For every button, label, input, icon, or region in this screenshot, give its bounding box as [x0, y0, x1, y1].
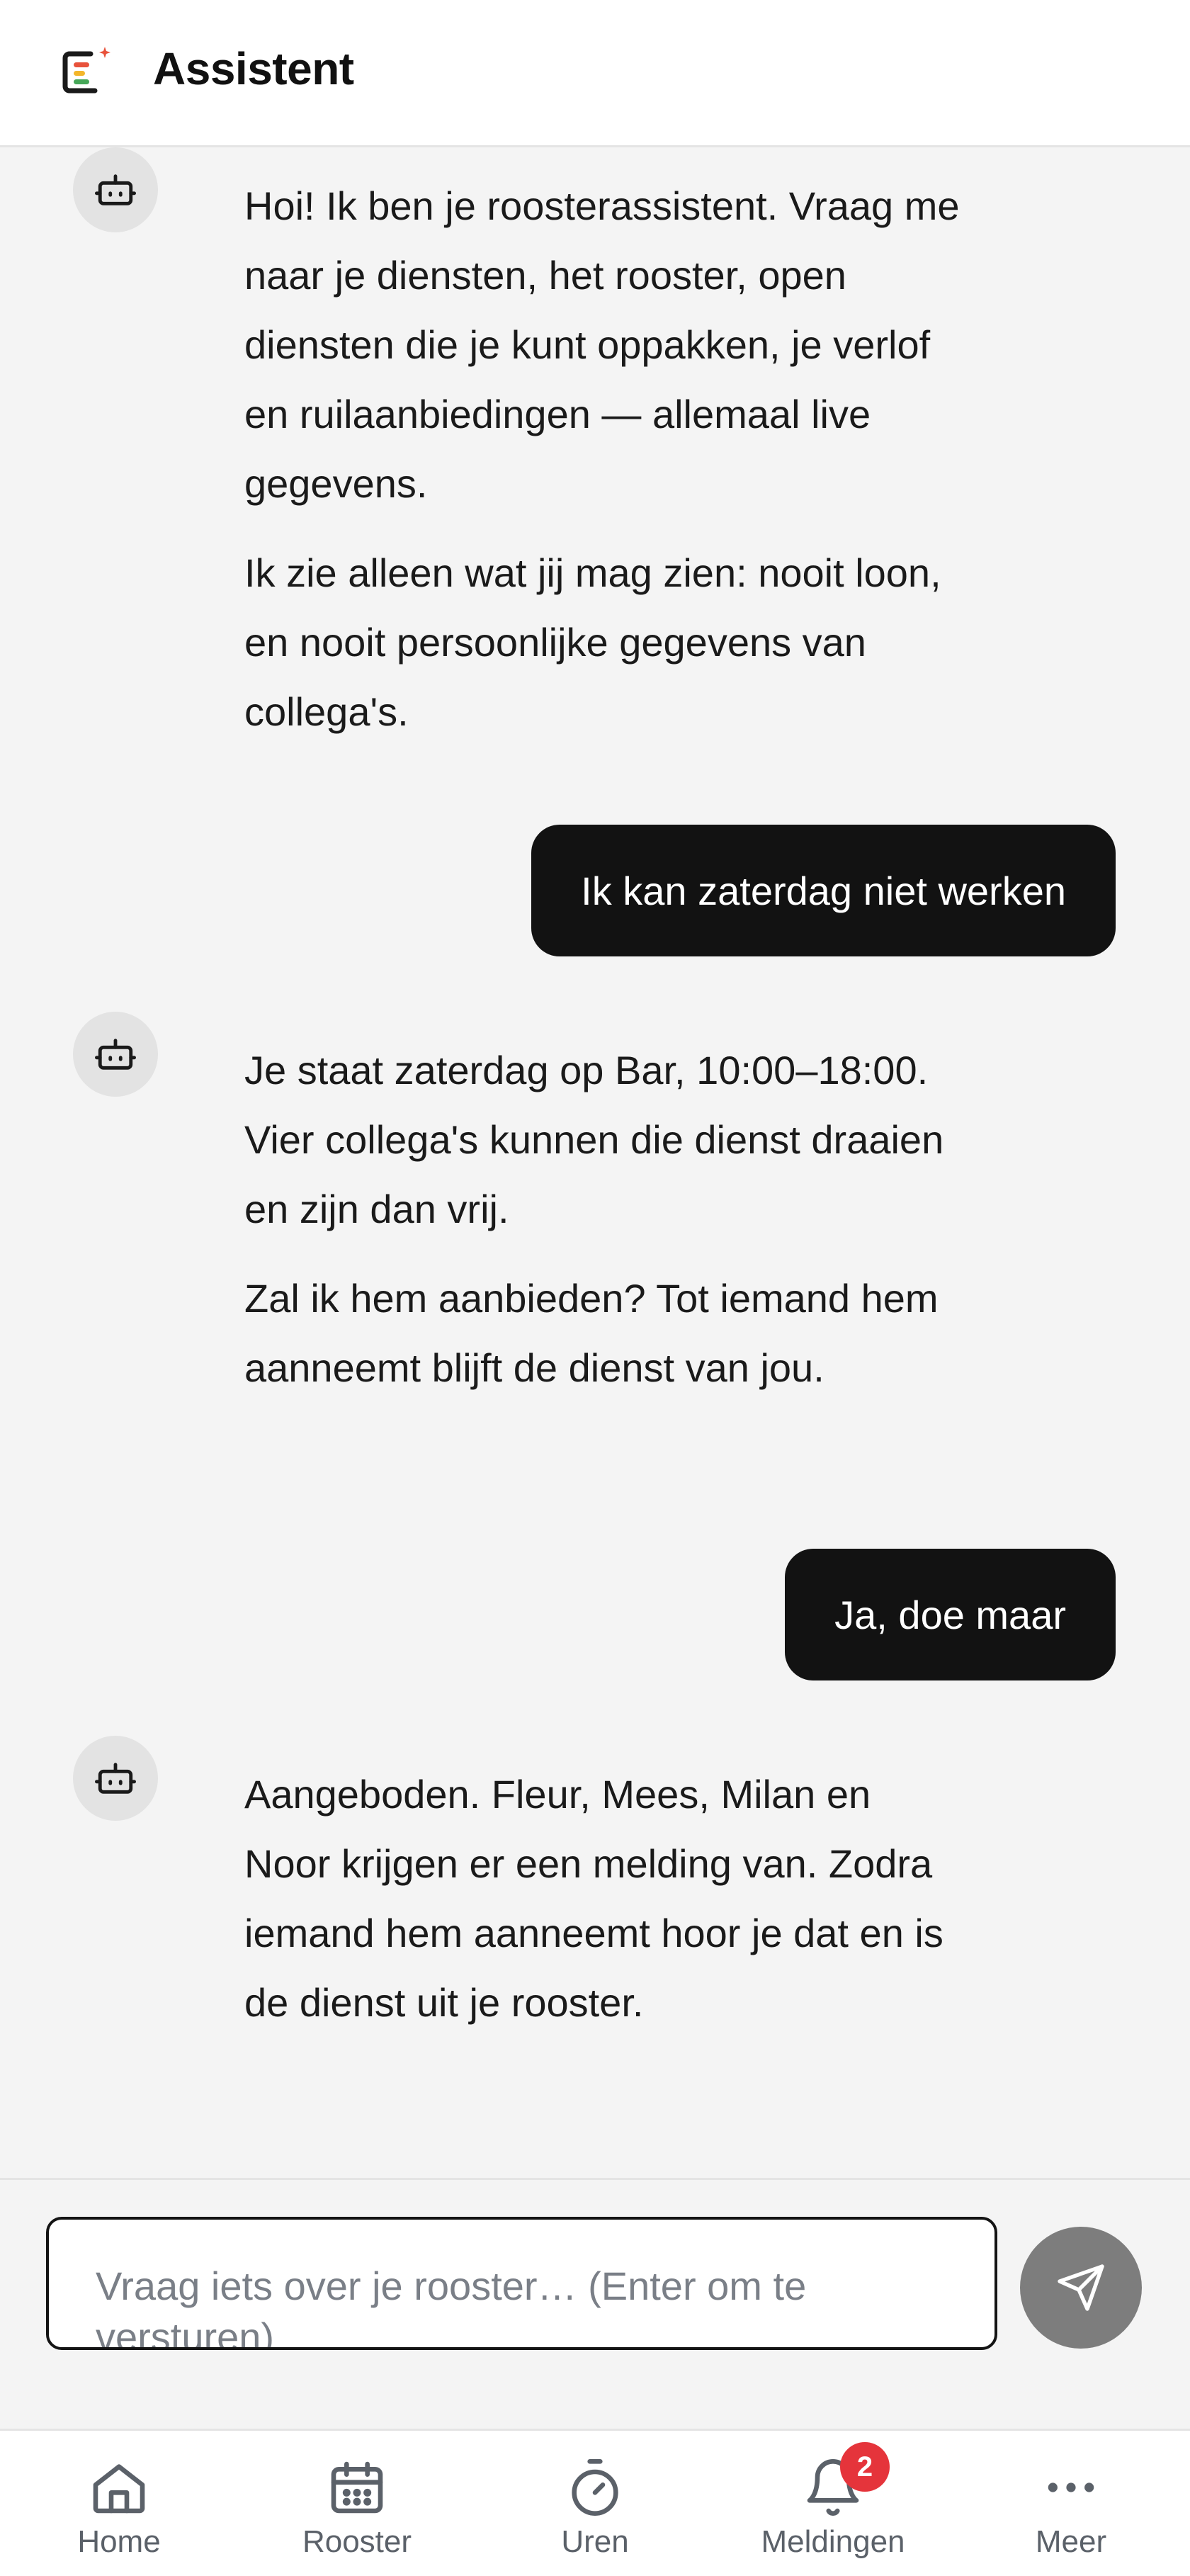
- app-header: Assistent: [0, 0, 1190, 147]
- robot-icon: [95, 1763, 136, 1794]
- message-paragraph: Hoi! Ik ben je roosterassistent. Vraag m…: [244, 183, 960, 506]
- nav-label-meldingen: Meldingen: [761, 2524, 905, 2559]
- user-message-bubble: Ik kan zaterdag niet werken: [531, 825, 1116, 956]
- assistant-message: Aangeboden. Fleur, Mees, Milan en Noor k…: [244, 1760, 960, 2038]
- nav-item-home[interactable]: Home: [0, 2431, 238, 2576]
- assistant-message: Je staat zaterdag op Bar, 10:00–18:00. V…: [244, 1036, 960, 1403]
- stopwatch-icon: [572, 2459, 618, 2516]
- nav-label-uren: Uren: [561, 2524, 629, 2559]
- nav-item-uren[interactable]: Uren: [476, 2431, 714, 2576]
- nav-label-rooster: Rooster: [302, 2524, 412, 2559]
- nav-item-meer[interactable]: Meer: [952, 2431, 1190, 2576]
- message-paragraph: Je staat zaterdag op Bar, 10:00–18:00. V…: [244, 1048, 944, 1231]
- robot-icon: [95, 174, 136, 205]
- composer: Vraag iets over je rooster… (Enter om te…: [0, 2178, 1190, 2429]
- user-message-bubble: Ja, doe maar: [785, 1549, 1116, 1680]
- chat-input-placeholder: Vraag iets over je rooster… (Enter om te…: [96, 2264, 807, 2350]
- nav-item-meldingen[interactable]: Meldingen: [714, 2431, 952, 2576]
- nav-label-meer: Meer: [1035, 2524, 1107, 2559]
- message-paragraph: Ik zie alleen wat jij mag zien: nooit lo…: [244, 550, 941, 734]
- assistant-message: Hoi! Ik ben je roosterassistent. Vraag m…: [244, 171, 960, 747]
- page-title: Assistent: [153, 43, 354, 94]
- calendar-icon: [331, 2461, 383, 2514]
- user-message-text: Ik kan zaterdag niet werken: [581, 868, 1066, 913]
- home-icon: [93, 2464, 145, 2514]
- send-icon: [1058, 2264, 1104, 2311]
- nav-label-home: Home: [77, 2524, 161, 2559]
- chat-input[interactable]: Vraag iets over je rooster… (Enter om te…: [46, 2217, 997, 2350]
- app-logo-icon: [62, 47, 110, 94]
- robot-icon: [95, 1039, 136, 1070]
- bot-avatar: [73, 1736, 158, 1821]
- notification-badge: 2: [840, 2442, 890, 2492]
- message-paragraph: Aangeboden. Fleur, Mees, Milan en Noor k…: [244, 1772, 944, 2025]
- message-paragraph: Zal ik hem aanbieden? Tot iemand hem aan…: [244, 1276, 939, 1390]
- nav-item-rooster[interactable]: Rooster: [238, 2431, 476, 2576]
- bot-avatar: [73, 1012, 158, 1097]
- bottom-nav: Home Rooster Uren Meldingen Meer: [0, 2429, 1190, 2576]
- user-message-text: Ja, doe maar: [834, 1592, 1066, 1637]
- bot-avatar: [73, 147, 158, 232]
- more-icon: [1048, 2482, 1094, 2492]
- send-button[interactable]: [1020, 2227, 1142, 2349]
